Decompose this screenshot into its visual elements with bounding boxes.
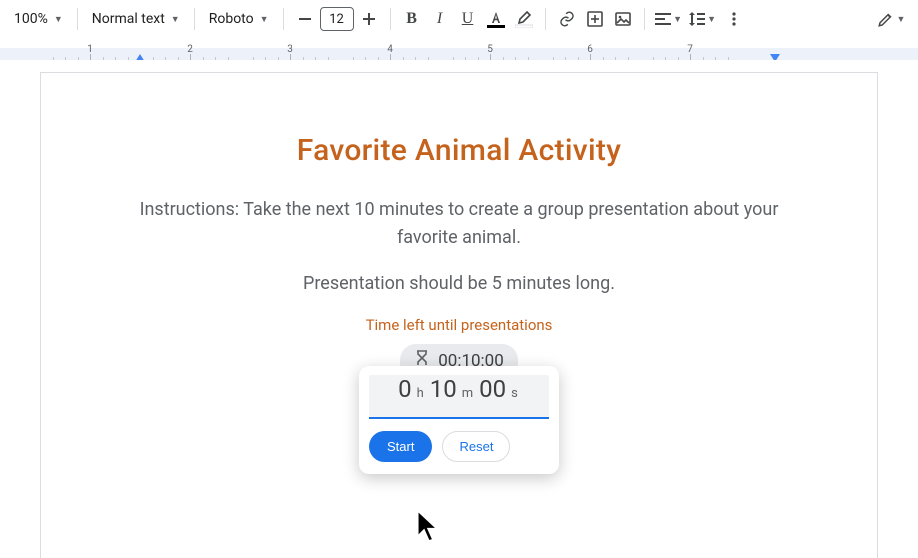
- more-toolbar-button[interactable]: [721, 6, 747, 32]
- document-body-1: Instructions: Take the next 10 minutes t…: [111, 196, 807, 252]
- timer-time-input[interactable]: 0 h 10 m 00 s: [369, 375, 549, 419]
- highlight-color-button[interactable]: [511, 6, 537, 32]
- font-family-dropdown[interactable]: Roboto ▼: [203, 7, 275, 31]
- ruler: 1234567: [0, 38, 918, 60]
- timer-popover: 0 h 10 m 00 s Start Reset: [359, 366, 559, 474]
- caret-down-icon: ▼: [707, 14, 716, 25]
- font-family-value: Roboto: [209, 11, 254, 27]
- text-style-value: Normal text: [92, 11, 165, 27]
- caret-down-icon: ▼: [673, 14, 682, 25]
- text-color-button[interactable]: [483, 6, 509, 32]
- toolbar-separator: [283, 8, 284, 30]
- caret-down-icon: ▼: [260, 14, 269, 25]
- zoom-dropdown[interactable]: 100% ▼: [8, 7, 69, 31]
- caret-down-icon: ▼: [171, 14, 180, 25]
- align-dropdown[interactable]: ▼: [653, 6, 685, 32]
- text-style-dropdown[interactable]: Normal text ▼: [86, 7, 186, 31]
- increase-font-size-button[interactable]: [356, 6, 382, 32]
- decrease-font-size-button[interactable]: [292, 6, 318, 32]
- document-title: Favorite Animal Activity: [111, 133, 807, 168]
- caret-down-icon: ▼: [897, 14, 906, 25]
- editing-mode-dropdown[interactable]: ▼: [872, 6, 910, 32]
- toolbar: 100% ▼ Normal text ▼ Roboto ▼ 12 B I U: [0, 0, 918, 38]
- insert-link-button[interactable]: [554, 6, 580, 32]
- italic-button[interactable]: I: [427, 6, 453, 32]
- add-comment-button[interactable]: [582, 6, 608, 32]
- caret-down-icon: ▼: [54, 14, 63, 25]
- document-page[interactable]: Favorite Animal Activity Instructions: T…: [40, 72, 878, 558]
- bold-button[interactable]: B: [399, 6, 425, 32]
- font-size-input[interactable]: 12: [320, 7, 354, 31]
- document-body-2: Presentation should be 5 minutes long.: [111, 270, 807, 298]
- toolbar-separator: [644, 8, 645, 30]
- toolbar-separator: [390, 8, 391, 30]
- toolbar-separator: [194, 8, 195, 30]
- toolbar-separator: [77, 8, 78, 30]
- countdown-label: Time left until presentations: [111, 316, 807, 334]
- start-button[interactable]: Start: [369, 431, 432, 462]
- underline-button[interactable]: U: [455, 6, 481, 32]
- toolbar-separator: [545, 8, 546, 30]
- line-spacing-dropdown[interactable]: ▼: [687, 6, 719, 32]
- reset-button[interactable]: Reset: [442, 431, 510, 462]
- zoom-value: 100%: [14, 11, 48, 27]
- insert-image-button[interactable]: [610, 6, 636, 32]
